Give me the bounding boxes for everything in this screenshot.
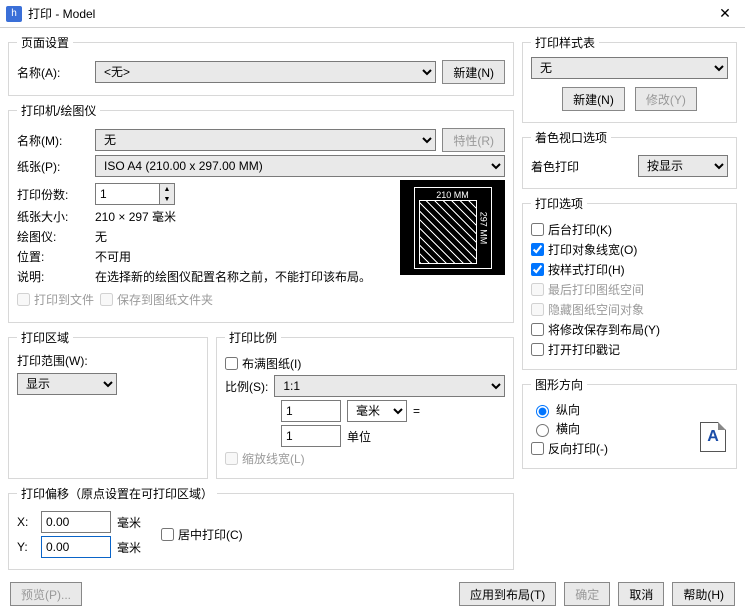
style-new-button[interactable]: 新建(N) [562, 87, 625, 111]
ratio-select[interactable]: 1:1 [274, 375, 505, 397]
scale-legend: 打印比例 [225, 329, 281, 346]
desc-label: 说明: [17, 268, 89, 285]
paper-preview: 210 MM 297 MM [400, 180, 505, 275]
cancel-button[interactable]: 取消 [618, 582, 664, 606]
shade-select[interactable]: 按显示 [638, 155, 728, 177]
shade-label: 着色打印 [531, 158, 632, 175]
scale-num1-input[interactable] [281, 400, 341, 422]
viewport-group: 着色视口选项 着色打印 按显示 [522, 129, 737, 189]
printer-group: 打印机/绘图仪 名称(M): 无 特性(R) 纸张(P): ISO A4 (21… [8, 102, 514, 323]
offset-legend: 打印偏移（原点设置在可打印区域） [17, 485, 217, 502]
reverse-print-check[interactable]: 反向打印(-) [531, 440, 728, 457]
opt-paperspace-last-check: 最后打印图纸空间 [531, 281, 728, 298]
orientation-group: 图形方向 纵向 横向 反向打印(-) A [522, 376, 737, 469]
opt-stamp-check[interactable]: 打开打印戳记 [531, 341, 728, 358]
style-edit-button[interactable]: 修改(Y) [635, 87, 697, 111]
page-name-label: 名称(A): [17, 64, 89, 81]
x-input[interactable] [41, 511, 111, 533]
location-label: 位置: [17, 248, 89, 265]
window-title: 打印 - Model [28, 5, 705, 22]
preview-button[interactable]: 预览(P)... [10, 582, 82, 606]
x-label: X: [17, 515, 35, 529]
y-unit: 毫米 [117, 539, 141, 556]
properties-button[interactable]: 特性(R) [442, 128, 505, 152]
unit-select[interactable]: 毫米 [347, 400, 407, 422]
opt-save-layout-check[interactable]: 将修改保存到布局(Y) [531, 321, 728, 338]
opt-lineweight-check[interactable]: 打印对象线宽(O) [531, 241, 728, 258]
copies-input[interactable] [95, 183, 159, 205]
options-legend: 打印选项 [531, 195, 587, 212]
orient-legend: 图形方向 [531, 376, 587, 393]
opt-hide-paperspace-check: 隐藏图纸空间对象 [531, 301, 728, 318]
print-to-file-check: 打印到文件 [17, 291, 94, 308]
center-print-check[interactable]: 居中打印(C) [161, 526, 243, 543]
equals-label: = [413, 404, 420, 418]
page-name-select[interactable]: <无> [95, 61, 436, 83]
ratio-label: 比例(S): [225, 378, 268, 395]
fit-paper-check[interactable]: 布满图纸(I) [225, 355, 505, 372]
spin-up-icon[interactable]: ▲ [160, 184, 174, 194]
unit-label: 单位 [347, 428, 371, 445]
apply-to-layout-button[interactable]: 应用到布局(T) [459, 582, 556, 606]
page-new-button[interactable]: 新建(N) [442, 60, 505, 84]
offset-group: 打印偏移（原点设置在可打印区域） X: 毫米 Y: 毫米 居中打印(C) [8, 485, 514, 570]
page-setup-legend: 页面设置 [17, 34, 73, 51]
styles-legend: 打印样式表 [531, 34, 599, 51]
preview-height-label: 297 MM [479, 211, 489, 244]
save-to-folder-check: 保存到图纸文件夹 [100, 291, 213, 308]
opt-style-check[interactable]: 按样式打印(H) [531, 261, 728, 278]
print-area-group: 打印区域 打印范围(W): 显示 [8, 329, 208, 479]
copies-spinner[interactable]: ▲▼ [95, 183, 175, 205]
printer-name-select[interactable]: 无 [95, 129, 436, 151]
copies-label: 打印份数: [17, 186, 89, 203]
help-button[interactable]: 帮助(H) [672, 582, 735, 606]
plotter-label: 绘图仪: [17, 228, 89, 245]
desc-value: 在选择新的绘图仪配置名称之前，不能打印该布局。 [95, 268, 392, 285]
page-setup-group: 页面设置 名称(A): <无> 新建(N) [8, 34, 514, 96]
scale-num2-input[interactable] [281, 425, 341, 447]
paper-label: 纸张(P): [17, 158, 89, 175]
scale-lw-check: 缩放线宽(L) [225, 450, 505, 467]
spin-down-icon[interactable]: ▼ [160, 194, 174, 204]
paper-size-value: 210 × 297 毫米 [95, 208, 176, 225]
range-select[interactable]: 显示 [17, 373, 117, 395]
print-options-group: 打印选项 后台打印(K) 打印对象线宽(O) 按样式打印(H) 最后打印图纸空间… [522, 195, 737, 370]
area-legend: 打印区域 [17, 329, 73, 346]
close-icon[interactable]: ✕ [705, 0, 745, 27]
viewport-legend: 着色视口选项 [531, 129, 611, 146]
style-table-group: 打印样式表 无 新建(N) 修改(Y) [522, 34, 737, 123]
y-label: Y: [17, 540, 35, 554]
title-bar: h 打印 - Model ✕ [0, 0, 745, 28]
style-select[interactable]: 无 [531, 57, 728, 79]
plotter-value: 无 [95, 228, 107, 245]
printer-legend: 打印机/绘图仪 [17, 102, 100, 119]
portrait-radio[interactable]: 纵向 [531, 401, 728, 418]
location-value: 不可用 [95, 248, 131, 265]
app-icon: h [6, 6, 22, 22]
preview-hatch-icon [419, 200, 477, 264]
y-input[interactable] [41, 536, 111, 558]
printer-name-label: 名称(M): [17, 132, 89, 149]
ok-button[interactable]: 确定 [564, 582, 610, 606]
opt-background-check[interactable]: 后台打印(K) [531, 221, 728, 238]
paper-size-label: 纸张大小: [17, 208, 89, 225]
preview-width-label: 210 MM [436, 190, 469, 200]
print-scale-group: 打印比例 布满图纸(I) 比例(S): 1:1 毫米 = 单位 缩放线宽(L) [216, 329, 514, 479]
landscape-radio[interactable]: 横向 [531, 420, 728, 437]
x-unit: 毫米 [117, 514, 141, 531]
paper-select[interactable]: ISO A4 (210.00 x 297.00 MM) [95, 155, 505, 177]
range-label: 打印范围(W): [17, 352, 199, 369]
orientation-preview-icon: A [700, 422, 726, 452]
